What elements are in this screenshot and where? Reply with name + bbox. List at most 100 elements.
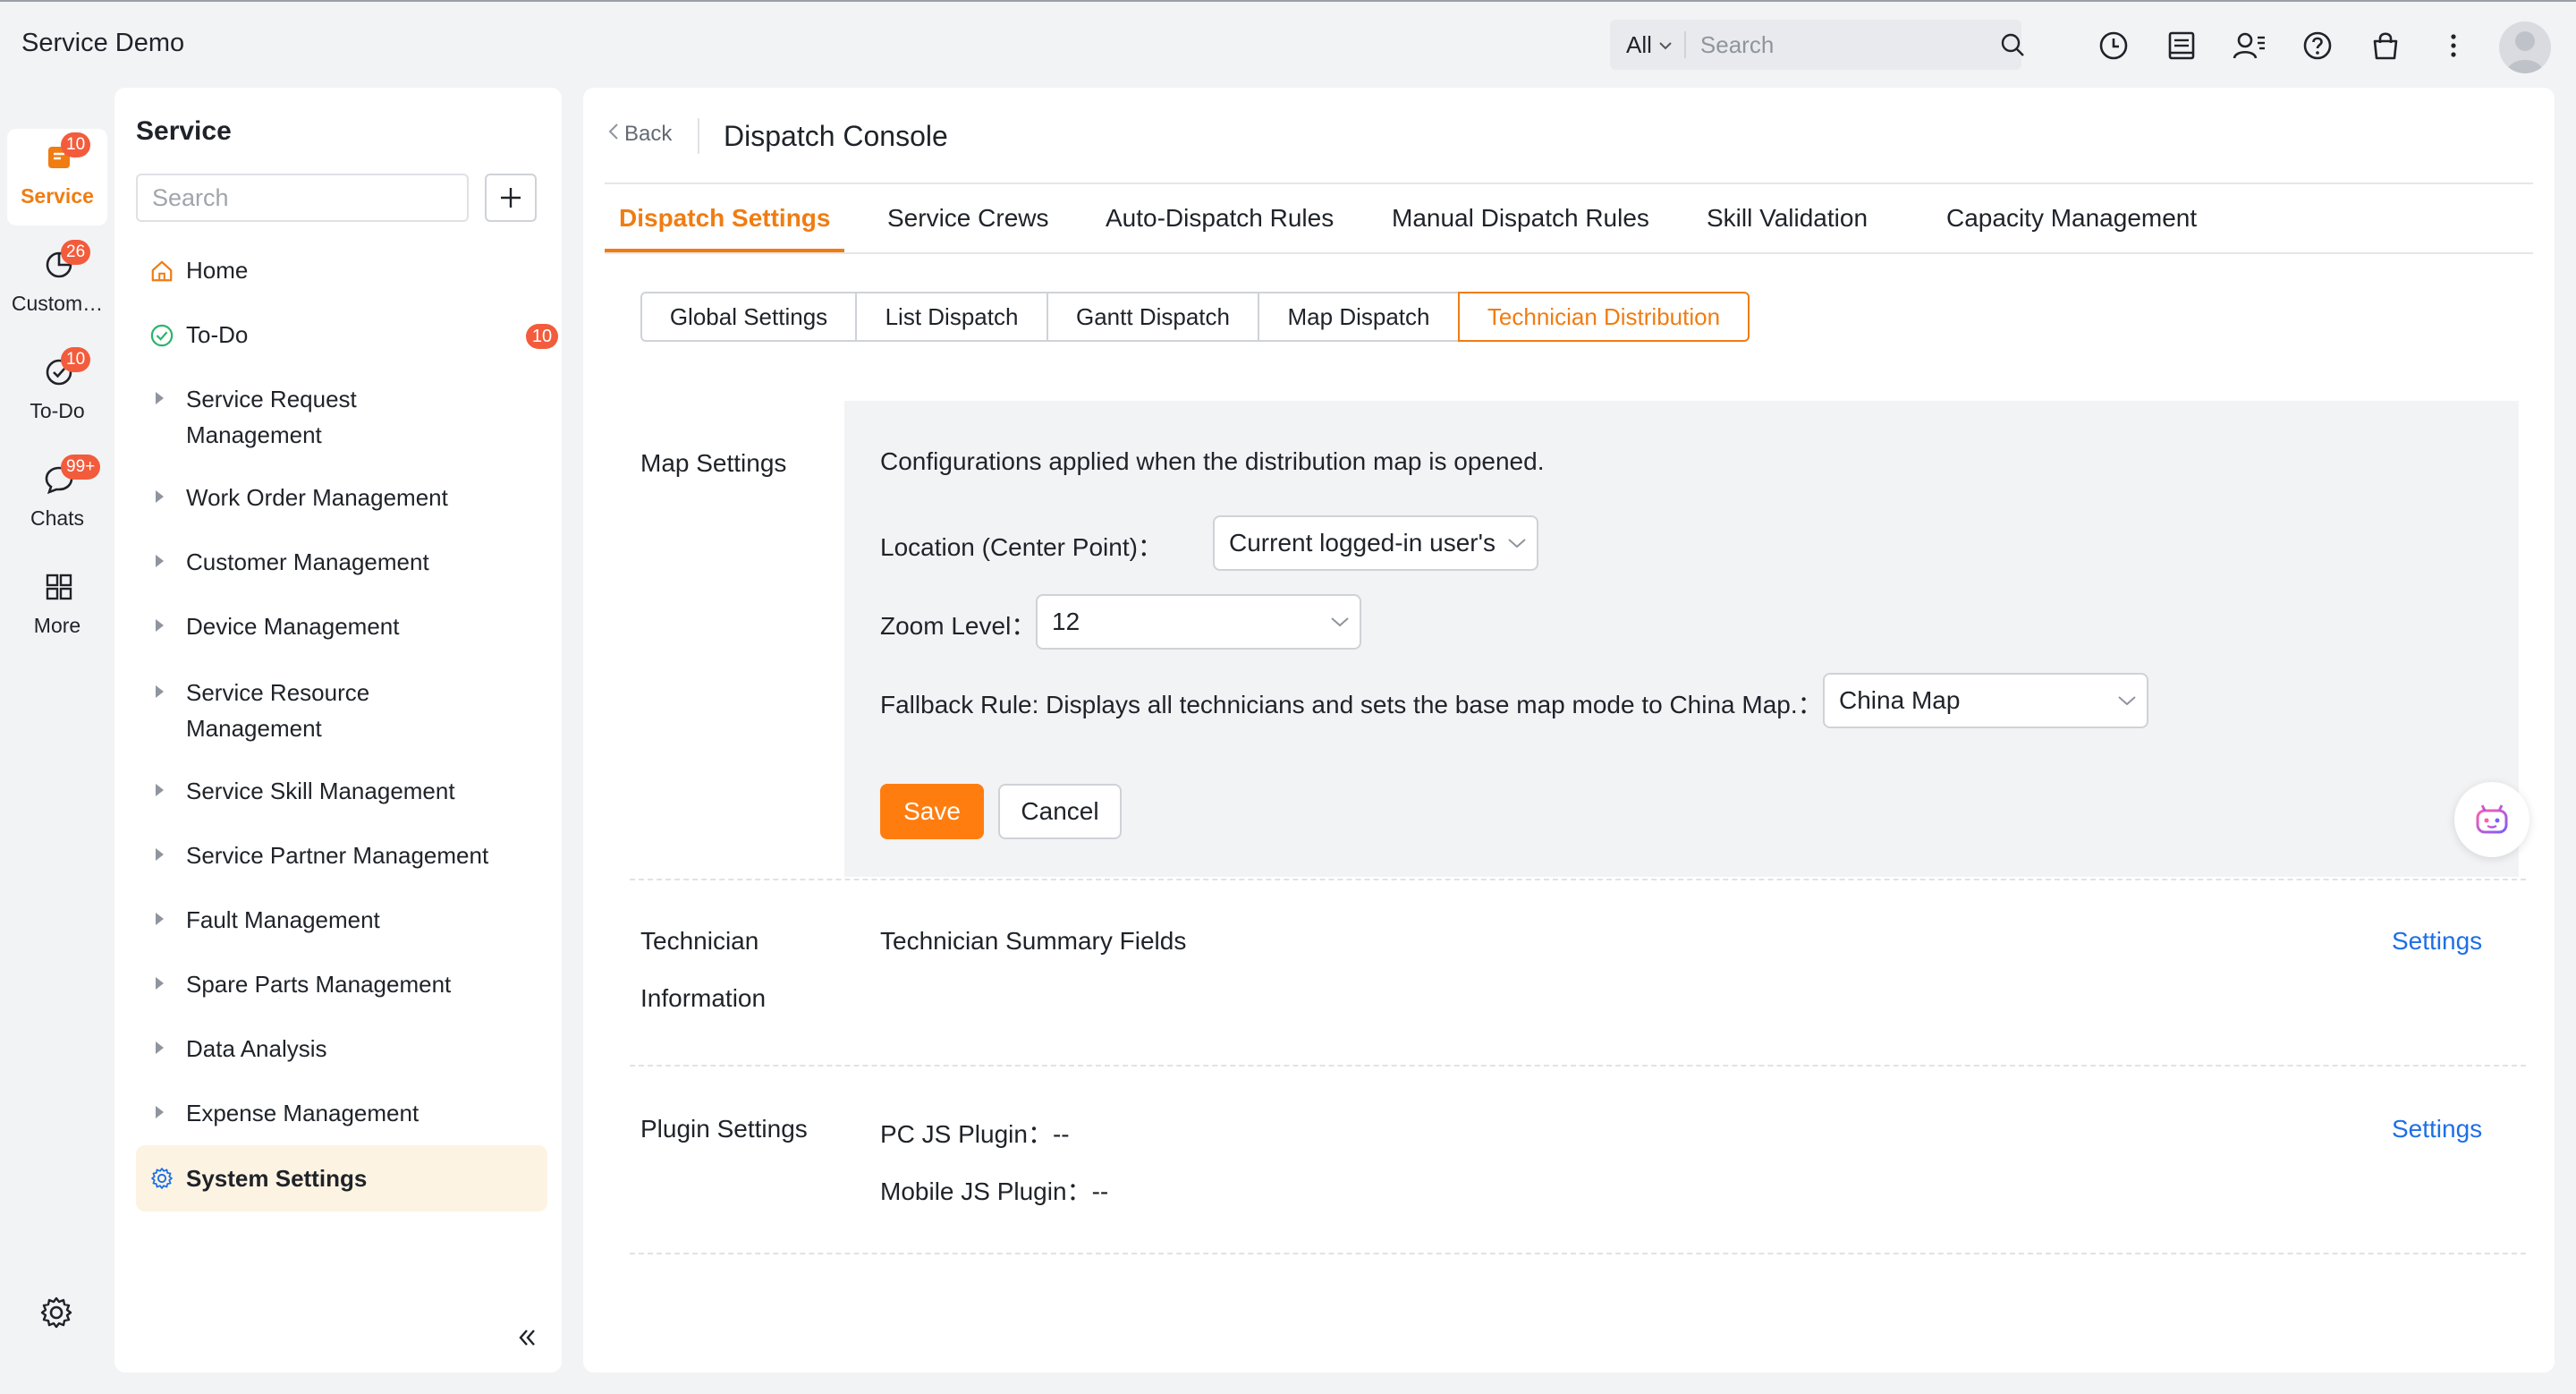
rail-item-more[interactable]: More (7, 558, 107, 655)
sidebar-item-label: Fault Management (186, 906, 380, 933)
sidebar-item-service-skill-management[interactable]: Service Skill Management (136, 773, 547, 809)
map-settings-label: Map Settings (640, 449, 787, 477)
zoom-level-label: Zoom Level： (880, 612, 1037, 640)
main-panel: Back Dispatch Console Dispatch Settings … (583, 88, 2555, 1373)
location-select-value: Current logged-in user's (1229, 529, 1496, 557)
pc-js-plugin-value: -- (1052, 1120, 1070, 1148)
sidebar-item-label: Service Partner Management (186, 842, 489, 869)
save-button[interactable]: Save (880, 784, 984, 839)
caret-right-icon (156, 913, 164, 925)
main-tabs: Dispatch Settings Service Crews Auto-Dis… (605, 184, 2533, 254)
more-vertical-icon[interactable] (2436, 29, 2470, 63)
plugin-settings-link[interactable]: Settings (2392, 1115, 2482, 1143)
sidebar-title: Service (136, 116, 232, 146)
notes-icon[interactable] (2165, 29, 2199, 63)
map-settings-description: Configurations applied when the distribu… (880, 447, 1545, 475)
sidebar-search-input[interactable] (136, 174, 469, 222)
search-scope-label: All (1626, 30, 1652, 58)
sidebar-item-label: Expense Management (186, 1100, 419, 1126)
tab-auto-dispatch-rules[interactable]: Auto-Dispatch Rules (1106, 204, 1334, 233)
search-icon[interactable] (2000, 32, 2025, 57)
rail-item-service[interactable]: 10 Service (7, 129, 107, 225)
assistant-bot-icon[interactable] (2454, 782, 2529, 857)
sidebar-item-label: Service Skill Management (186, 778, 455, 804)
sidebar-item-label: Home (186, 257, 249, 284)
sidebar-item-system-settings[interactable]: System Settings (136, 1145, 547, 1211)
technician-info-label-line1: Technician (640, 927, 759, 955)
technician-settings-link[interactable]: Settings (2392, 927, 2482, 956)
sidebar-item-data-analysis[interactable]: Data Analysis (136, 1031, 547, 1067)
caret-right-icon (156, 977, 164, 990)
rail-label: Service (21, 184, 94, 208)
caret-right-icon (156, 555, 164, 567)
contacts-icon[interactable] (2233, 29, 2267, 63)
back-label: Back (624, 122, 673, 146)
section-divider (630, 1065, 2526, 1067)
home-icon (150, 259, 174, 283)
sidebar-item-fault-management[interactable]: Fault Management (136, 902, 547, 938)
app-title: Service Demo (21, 29, 185, 57)
sidebar-item-expense-management[interactable]: Expense Management (136, 1095, 547, 1131)
global-search: All (1610, 20, 2024, 70)
sidebar-item-label: System Settings (186, 1165, 368, 1192)
tab-capacity-management[interactable]: Capacity Management (1946, 204, 2197, 233)
clock-icon[interactable] (2097, 29, 2131, 63)
global-search-input[interactable] (1685, 30, 2000, 59)
todo-count-badge: 10 (526, 324, 558, 349)
rail-label: Chats (30, 506, 85, 530)
search-scope-select[interactable]: All (1610, 31, 1686, 58)
zoom-level-select[interactable]: 12 (1036, 594, 1361, 650)
tab-manual-dispatch-rules[interactable]: Manual Dispatch Rules (1392, 204, 1649, 233)
sidebar-item-service-partner-management[interactable]: Service Partner Management (136, 837, 547, 873)
sidebar-item-label: Customer Management (186, 548, 429, 575)
help-icon[interactable] (2301, 29, 2334, 63)
sidebar-item-service-request-management[interactable]: Service Request Management (136, 381, 547, 453)
plugin-settings-label: Plugin Settings (640, 1115, 808, 1143)
technician-summary-fields: Technician Summary Fields (880, 927, 1187, 955)
sidebar-item-device-management[interactable]: Device Management (136, 608, 547, 644)
back-button[interactable]: Back (608, 122, 672, 147)
active-tab-indicator (605, 249, 844, 252)
rail-item-customers[interactable]: 26 Custom… (7, 236, 107, 333)
rail-item-chats[interactable]: 99+ Chats (7, 451, 107, 548)
sidebar-item-todo[interactable]: To-Do 10 (136, 317, 558, 353)
collapse-sidebar-icon[interactable] (513, 1324, 540, 1351)
subtab-list-dispatch[interactable]: List Dispatch (855, 292, 1048, 342)
subtab-technician-distribution[interactable]: Technician Distribution (1458, 292, 1750, 342)
sidebar-item-label: Device Management (186, 613, 400, 640)
rail-badge: 10 (61, 347, 91, 372)
tab-skill-validation[interactable]: Skill Validation (1707, 204, 1868, 233)
gear-icon[interactable] (39, 1296, 73, 1330)
chevron-down-icon (1497, 537, 1537, 549)
location-select[interactable]: Current logged-in user's (1213, 515, 1538, 571)
tab-service-crews[interactable]: Service Crews (887, 204, 1048, 233)
mobile-js-plugin-value: -- (1091, 1177, 1109, 1205)
sidebar-item-service-resource-management[interactable]: Service Resource Management (136, 675, 547, 746)
subtab-global-settings[interactable]: Global Settings (640, 292, 857, 342)
caret-right-icon (156, 848, 164, 861)
page-title: Dispatch Console (724, 120, 948, 152)
rail-item-todo[interactable]: 10 To-Do (7, 344, 107, 440)
sidebar-item-label: To-Do (186, 321, 249, 348)
section-divider (630, 1253, 2526, 1254)
check-circle-icon (150, 324, 174, 347)
subtab-gantt-dispatch[interactable]: Gantt Dispatch (1046, 292, 1259, 342)
cancel-button[interactable]: Cancel (998, 784, 1122, 839)
header-divider (698, 118, 699, 154)
sidebar-item-customer-management[interactable]: Customer Management (136, 544, 547, 580)
sidebar: Service Home To-Do 10 Service Request Ma… (114, 88, 562, 1373)
sidebar-item-home[interactable]: Home (136, 252, 547, 288)
sidebar-item-spare-parts-management[interactable]: Spare Parts Management (136, 966, 547, 1002)
rail-badge: 99+ (61, 455, 101, 480)
add-icon[interactable] (485, 174, 537, 222)
mobile-js-plugin-label: Mobile JS Plugin： (880, 1177, 1092, 1205)
bag-icon[interactable] (2368, 29, 2402, 63)
caret-right-icon (156, 685, 164, 698)
subtab-map-dispatch[interactable]: Map Dispatch (1258, 292, 1460, 342)
sidebar-item-label: Data Analysis (186, 1035, 327, 1062)
tab-dispatch-settings[interactable]: Dispatch Settings (619, 204, 830, 233)
zoom-level-select-value: 12 (1052, 608, 1080, 635)
sidebar-item-work-order-management[interactable]: Work Order Management (136, 480, 547, 515)
fallback-rule-select[interactable]: China Map (1823, 673, 2148, 728)
avatar[interactable] (2499, 21, 2551, 73)
